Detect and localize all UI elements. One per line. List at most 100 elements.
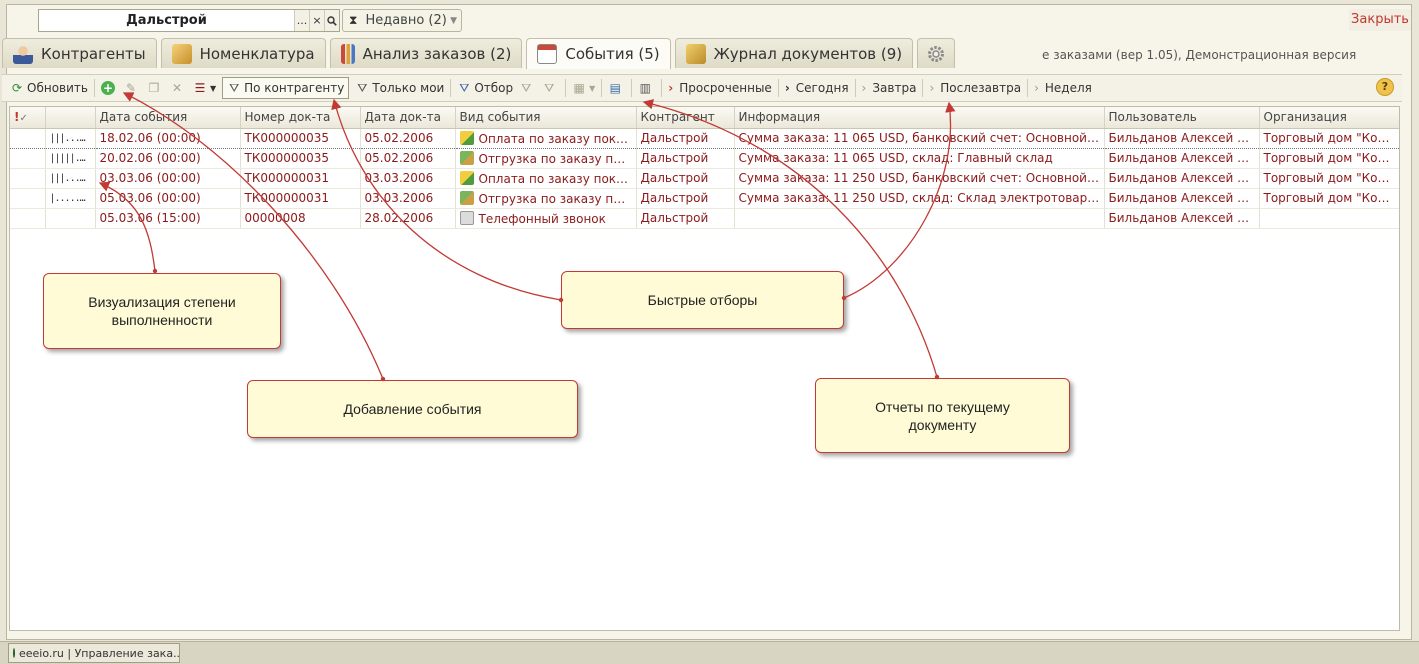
quick-filter-day-after[interactable]: › Послезавтра bbox=[929, 77, 1021, 99]
chevron-down-icon: ▼ bbox=[589, 83, 596, 93]
close-button[interactable]: Закрыть bbox=[1349, 9, 1411, 31]
refresh-label: Обновить bbox=[27, 81, 88, 95]
cell-user: Бильданов Алексей Ни... bbox=[1104, 188, 1260, 209]
help-icon[interactable]: ? bbox=[1376, 78, 1394, 96]
shipment-icon bbox=[459, 190, 474, 205]
cell-event-date: 05.03.06 (00:00) bbox=[95, 188, 241, 209]
column-header-event-kind[interactable]: Вид события bbox=[455, 107, 637, 129]
filter-apply-button[interactable]: ⛛ bbox=[519, 77, 536, 99]
table-header-row: !✓ Дата события Номер док-та Дата док-та… bbox=[10, 107, 1399, 129]
cell-organization bbox=[1259, 208, 1399, 229]
table-row[interactable]: |||....... 03.03.06 (00:00) ТК000000031 03.… bbox=[10, 168, 1399, 189]
tab-label: Номенклатура bbox=[199, 44, 315, 63]
quick-filter-week[interactable]: › Неделя bbox=[1034, 77, 1092, 99]
tab-counterparties[interactable]: Контрагенты bbox=[2, 38, 157, 68]
cell-organization: Торговый дом "Ком... bbox=[1259, 168, 1399, 189]
cell-user: Бильданов Алексей Ни... bbox=[1104, 208, 1260, 229]
payment-icon bbox=[459, 130, 474, 145]
pencil-icon: ✎ bbox=[125, 81, 136, 95]
event-kind-label: Телефонный звонок bbox=[478, 211, 606, 226]
refresh-button[interactable]: ⟳ Обновить bbox=[10, 77, 88, 99]
filter-clear-button[interactable]: ⛛ bbox=[542, 77, 559, 99]
add-event-button[interactable]: + bbox=[100, 77, 118, 99]
box-icon bbox=[171, 43, 192, 64]
search-clear-button[interactable]: × bbox=[309, 10, 324, 31]
chevron-down-icon: ▼ bbox=[209, 83, 217, 93]
report-button[interactable]: ▥ bbox=[638, 77, 655, 99]
document-icon: ▤ bbox=[609, 81, 621, 95]
today-label: Сегодня bbox=[795, 81, 849, 95]
table-row[interactable]: |||||..... 20.02.06 (00:00) ТК000000035 05.… bbox=[10, 148, 1399, 169]
toolbar-divider bbox=[450, 79, 452, 97]
cell-event-kind: Оплата по заказу покупа... bbox=[455, 168, 637, 189]
edit-button[interactable]: ✎ bbox=[124, 77, 141, 99]
column-header-progress[interactable] bbox=[45, 107, 96, 129]
quick-filter-overdue[interactable]: › Просроченные bbox=[668, 77, 772, 99]
callout-add-event: Добавление события bbox=[247, 380, 578, 438]
cell-doc-date: 05.02.2006 bbox=[360, 148, 456, 169]
chevron-down-icon: ▼ bbox=[450, 15, 457, 26]
tomorrow-label: Завтра bbox=[872, 81, 917, 95]
quick-filter-tomorrow[interactable]: › Завтра bbox=[862, 77, 917, 99]
callout-progress-visualization: Визуализация степени выполненности bbox=[43, 273, 281, 349]
group-button[interactable]: ▦ ▼ bbox=[572, 77, 595, 99]
cell-importance bbox=[10, 127, 46, 149]
hourglass-icon: ⧗ bbox=[349, 13, 358, 27]
only-mine-button[interactable]: ⛛ Только мои bbox=[355, 77, 444, 99]
overdue-label: Просроченные bbox=[679, 81, 772, 95]
column-header-user[interactable]: Пользователь bbox=[1104, 107, 1260, 129]
column-header-event-date[interactable]: Дата события bbox=[95, 107, 241, 129]
copy-button[interactable]: ❐ bbox=[147, 77, 164, 99]
counterparty-search[interactable]: Дальстрой ... × bbox=[38, 9, 340, 32]
quick-filter-today[interactable]: › Сегодня bbox=[785, 77, 849, 99]
actions-menu-button[interactable]: ☰ ▼ bbox=[193, 77, 217, 99]
delete-button[interactable]: ✕ bbox=[170, 77, 187, 99]
column-header-importance[interactable]: !✓ bbox=[10, 107, 46, 129]
add-icon: + bbox=[100, 81, 115, 95]
filter-label: Отбор bbox=[474, 81, 514, 95]
taskbar-window-button[interactable]: eeeio.ru | Управление зака... bbox=[8, 643, 180, 663]
recent-dropdown[interactable]: ⧗ Недавно (2) ▼ bbox=[342, 9, 462, 32]
toolbar-divider bbox=[565, 79, 567, 97]
cell-doc-date: 28.02.2006 bbox=[360, 208, 456, 229]
recent-label: Недавно (2) bbox=[365, 13, 447, 28]
callout-reports: Отчеты по текущему документу bbox=[815, 378, 1070, 453]
tab-document-journal[interactable]: Журнал документов (9) bbox=[674, 38, 914, 68]
column-header-doc-date[interactable]: Дата док-та bbox=[360, 107, 456, 129]
column-header-counterparty[interactable]: Контрагент bbox=[636, 107, 735, 129]
search-icon[interactable] bbox=[324, 10, 339, 31]
table-row[interactable]: |||....... 18.02.06 (00:00) ТК000000035 05.… bbox=[10, 127, 1399, 149]
toolbar-divider bbox=[777, 79, 779, 97]
phone-icon bbox=[459, 210, 474, 225]
event-kind-label: Отгрузка по заказу покуп... bbox=[478, 151, 636, 166]
cell-user: Бильданов Алексей Ни... bbox=[1104, 148, 1260, 169]
person-icon bbox=[13, 43, 33, 64]
cell-doc-number: ТК000000035 bbox=[240, 148, 361, 169]
search-value[interactable]: Дальстрой bbox=[39, 13, 294, 28]
event-kind-label: Оплата по заказу покупа... bbox=[478, 171, 636, 186]
tab-bar: Контрагенты Номенклатура Анализ заказов … bbox=[2, 38, 959, 69]
tab-order-analysis[interactable]: Анализ заказов (2) bbox=[329, 38, 523, 68]
funnel-icon: ⛛ bbox=[229, 81, 240, 95]
column-header-info[interactable]: Информация bbox=[734, 107, 1105, 129]
search-more-button[interactable]: ... bbox=[294, 10, 309, 31]
filter-by-counterparty-label: По контрагенту bbox=[244, 81, 345, 95]
table-row[interactable]: 05.03.06 (15:00) 00000008 28.02.2006 Телефо… bbox=[10, 208, 1399, 229]
cell-organization: Торговый дом "Ком... bbox=[1259, 148, 1399, 169]
tab-events[interactable]: События (5) bbox=[526, 38, 671, 69]
filter-button[interactable]: ⛛ Отбор bbox=[457, 77, 513, 99]
cell-event-date: 05.03.06 (15:00) bbox=[95, 208, 241, 229]
column-header-organization[interactable]: Организация bbox=[1259, 107, 1399, 129]
events-table[interactable]: !✓ Дата события Номер док-та Дата док-та… bbox=[9, 106, 1400, 631]
cell-user: Бильданов Алексей Ни... bbox=[1104, 168, 1260, 189]
toolbar-divider bbox=[93, 79, 95, 97]
column-header-doc-number[interactable]: Номер док-та bbox=[240, 107, 361, 129]
cell-importance bbox=[10, 188, 46, 209]
tab-nomenclature[interactable]: Номенклатура bbox=[160, 38, 326, 68]
table-row[interactable]: |......... 05.03.06 (00:00) ТК000000031 03.… bbox=[10, 188, 1399, 209]
filter-by-counterparty-button[interactable]: ⛛ По контрагенту bbox=[222, 77, 350, 99]
document-button[interactable]: ▤ bbox=[608, 77, 625, 99]
toolbar: ⟳ Обновить + ✎ ❐ ✕ ☰ ▼ ⛛ По контрагенту … bbox=[2, 74, 1402, 102]
chevron-right-icon: › bbox=[784, 81, 790, 95]
tab-settings[interactable] bbox=[917, 38, 956, 68]
